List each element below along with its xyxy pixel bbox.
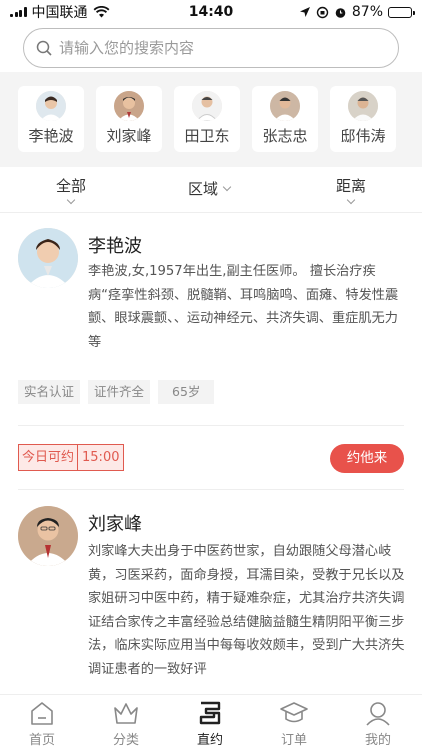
tab-direct-booking-label: 直约 [196,733,223,748]
doctor-tags: 实名认证 证件齐全 65岁 [18,380,215,404]
search-box[interactable] [23,28,399,68]
tag-age: 65岁 [158,380,215,404]
doctor-chip[interactable]: 李艳波 [18,86,84,152]
doctor-chip[interactable]: 邸伟涛 [330,86,396,152]
location-arrow-icon [299,7,310,17]
battery-icon [388,6,415,18]
filter-distance-label: 距离 [336,177,367,195]
filter-region-label: 区域 [188,180,219,198]
doctor-name: 李艳波 [88,236,142,257]
tag-verified: 实名认证 [18,380,81,404]
search-input[interactable] [59,39,359,57]
chevron-down-icon [346,195,356,205]
featured-doctors: 李艳波 刘家峰 田卫东 张志忠 邸伟涛 [0,72,422,167]
search-section [0,24,422,72]
filter-bar: 全部 区域 距离 [0,167,422,213]
user-icon [366,702,390,726]
tab-direct-booking[interactable]: 直约 [180,699,240,748]
home-icon [31,702,53,725]
wifi-icon [93,6,109,18]
doctor-chip-name: 李艳波 [28,127,74,145]
doctor-description: 李艳波,女,1957年出生,副主任医师。 擅长治疗疾病“痉挛性斜颈、脱髓鞘、耳鸣… [88,264,399,350]
tab-orders-label: 订单 [280,733,307,748]
today-available-label: 今日可约 [22,450,75,465]
filter-all-label: 全部 [56,177,87,195]
cellular-signal-icon [10,7,27,17]
crown-icon [114,703,138,724]
tab-home-label: 首页 [28,733,55,748]
doctor-chip[interactable]: 刘家峰 [96,86,162,152]
filter-region[interactable]: 区域 [188,178,232,199]
today-availability: 今日可约 15:00 [18,444,125,471]
doctor-photo [192,91,222,121]
doctor-photo [270,91,300,121]
available-time: 15:00 [77,445,123,470]
divider [18,425,404,426]
tab-category-label: 分类 [112,733,139,748]
doctor-name: 刘家峰 [88,514,142,535]
clock: 14:40 [188,4,234,20]
tab-profile-label: 我的 [364,733,391,748]
tab-bar: 首页 分类 直约 订单 我的 [0,694,422,750]
doctor-chip[interactable]: 张志忠 [252,86,318,152]
doctor-photo [114,91,144,121]
tab-profile[interactable]: 我的 [348,699,408,748]
doctor-photo [348,91,378,121]
doctor-chip-name: 邸伟涛 [340,127,386,145]
status-bar: 中国联通 14:40 87% [0,0,422,24]
doctor-photo [36,91,66,121]
doctor-card[interactable]: 刘家峰 刘家峰大夫出身于中医药世家，自幼跟随父母潜心岐黄，习医采药，面命身授，耳… [0,490,422,694]
orientation-lock-icon [316,6,329,18]
direct-booking-icon [199,701,221,725]
chevron-down-icon [66,195,76,205]
battery-percent: 87% [351,4,383,20]
filter-all[interactable]: 全部 [56,175,87,205]
graduation-cap-icon [280,702,308,723]
doctor-chip-name: 张志忠 [262,127,308,145]
tab-category[interactable]: 分类 [96,699,156,748]
filter-distance[interactable]: 距离 [336,175,367,205]
doctor-chip-name: 刘家峰 [106,127,152,145]
doctor-avatar [18,506,78,566]
doctor-avatar [18,228,78,288]
search-icon [36,40,52,56]
doctor-chip[interactable]: 田卫东 [174,86,240,152]
doctor-chip-name: 田卫东 [184,127,230,145]
tab-home[interactable]: 首页 [12,699,72,748]
doctor-card[interactable]: 李艳波 李艳波,女,1957年出生,副主任医师。 擅长治疗疾病“痉挛性斜颈、脱髓… [0,214,422,490]
alarm-icon [335,7,346,18]
tag-certificates: 证件齐全 [88,380,151,404]
tab-orders[interactable]: 订单 [264,699,324,748]
chevron-down-icon [222,182,232,191]
carrier-name: 中国联通 [31,5,88,21]
book-button[interactable]: 约他来 [330,444,404,473]
doctor-description: 刘家峰大夫出身于中医药世家，自幼跟随父母潜心岐黄，习医采药，面命身授，耳濡目染，… [88,544,405,677]
